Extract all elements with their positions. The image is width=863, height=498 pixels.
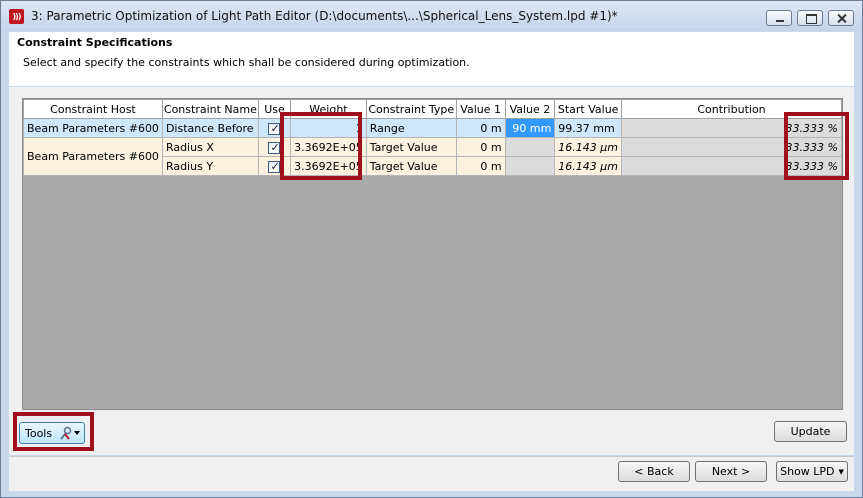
column-header-start[interactable]: Start Value: [554, 99, 622, 119]
minimize-icon: [767, 11, 791, 25]
cell-value1[interactable]: 0 m: [455, 118, 506, 138]
cell-type[interactable]: Range: [365, 118, 457, 138]
footer-divider: [9, 456, 854, 457]
use-checkbox[interactable]: [268, 160, 281, 173]
cell-value1[interactable]: 0 m: [455, 137, 506, 157]
wrench-icon: [60, 426, 72, 440]
column-header-host[interactable]: Constraint Host: [23, 99, 163, 119]
page-title: Constraint Specifications: [17, 36, 173, 49]
column-header-contribution[interactable]: Contribution: [621, 99, 842, 119]
column-header-name[interactable]: Constraint Name: [161, 99, 259, 119]
footer-bar: < Back Next > Show LPD ▼: [9, 456, 854, 491]
cell-host[interactable]: Beam Parameters #600: [23, 118, 163, 138]
cell-name[interactable]: Radius X: [161, 137, 259, 157]
chevron-down-icon: ▼: [838, 468, 844, 476]
constraints-table: Constraint Host Constraint Name Use Weig…: [23, 99, 842, 176]
cell-value2: [504, 156, 556, 176]
cell-weight[interactable]: 3.3692E+05: [290, 156, 367, 176]
maximize-button[interactable]: [797, 10, 823, 26]
table-header-row: Constraint Host Constraint Name Use Weig…: [23, 99, 842, 119]
window-title: 3: Parametric Optimization of Light Path…: [31, 9, 618, 23]
show-lpd-label: Show LPD: [780, 465, 835, 478]
maximize-icon: [798, 11, 822, 25]
cell-value2[interactable]: 90 mm: [504, 118, 556, 138]
title-bar: ))) 3: Parametric Optimization of Light …: [1, 1, 862, 31]
cell-value2: [504, 137, 556, 157]
chevron-down-icon: [74, 431, 80, 435]
constraints-grid: Constraint Host Constraint Name Use Weig…: [22, 98, 843, 410]
cell-type[interactable]: Target Value: [365, 137, 457, 157]
update-button[interactable]: Update: [774, 421, 847, 442]
cell-contribution: 33.333 %: [621, 156, 842, 176]
cell-contribution: 33.333 %: [621, 137, 842, 157]
show-lpd-button[interactable]: Show LPD ▼: [776, 461, 848, 482]
cell-name[interactable]: Radius Y: [161, 156, 259, 176]
optimization-window: ))) 3: Parametric Optimization of Light …: [0, 0, 863, 498]
cell-start: 16.143 µm: [554, 156, 622, 176]
app-icon: ))): [9, 9, 24, 24]
cell-value1[interactable]: 0 m: [455, 156, 506, 176]
cell-use[interactable]: [257, 137, 292, 157]
cell-start: 16.143 µm: [554, 137, 622, 157]
column-header-use[interactable]: Use: [257, 99, 292, 119]
use-checkbox[interactable]: [268, 141, 281, 154]
column-header-value2[interactable]: Value 2: [504, 99, 556, 119]
cell-host[interactable]: Beam Parameters #600: [23, 137, 163, 176]
column-header-value1[interactable]: Value 1: [455, 99, 506, 119]
content-panel: Constraint Host Constraint Name Use Weig…: [9, 87, 854, 455]
use-checkbox[interactable]: [268, 122, 281, 135]
cell-weight[interactable]: 1: [290, 118, 367, 138]
cell-contribution: 33.333 %: [621, 118, 842, 138]
cell-name[interactable]: Distance Before: [161, 118, 259, 138]
table-row[interactable]: Beam Parameters #600 Distance Before 1 R…: [23, 118, 842, 138]
minimize-button[interactable]: [766, 10, 792, 26]
header-panel: Constraint Specifications Select and spe…: [9, 32, 854, 86]
next-button[interactable]: Next >: [695, 461, 767, 482]
back-button[interactable]: < Back: [618, 461, 690, 482]
tools-label: Tools: [25, 427, 53, 440]
tools-button[interactable]: Tools: [19, 422, 85, 444]
page-description: Select and specify the constraints which…: [23, 56, 470, 69]
cell-start: 99.37 mm: [554, 118, 622, 138]
column-header-weight[interactable]: Weight: [290, 99, 367, 119]
cell-use[interactable]: [257, 118, 292, 138]
column-header-type[interactable]: Constraint Type: [365, 99, 457, 119]
table-row[interactable]: Beam Parameters #600 Radius X 3.3692E+05…: [23, 137, 842, 176]
close-icon: [829, 11, 853, 25]
cell-type[interactable]: Target Value: [365, 156, 457, 176]
cell-weight[interactable]: 3.3692E+05: [290, 137, 367, 157]
close-button[interactable]: [828, 10, 854, 26]
cell-use[interactable]: [257, 156, 292, 176]
